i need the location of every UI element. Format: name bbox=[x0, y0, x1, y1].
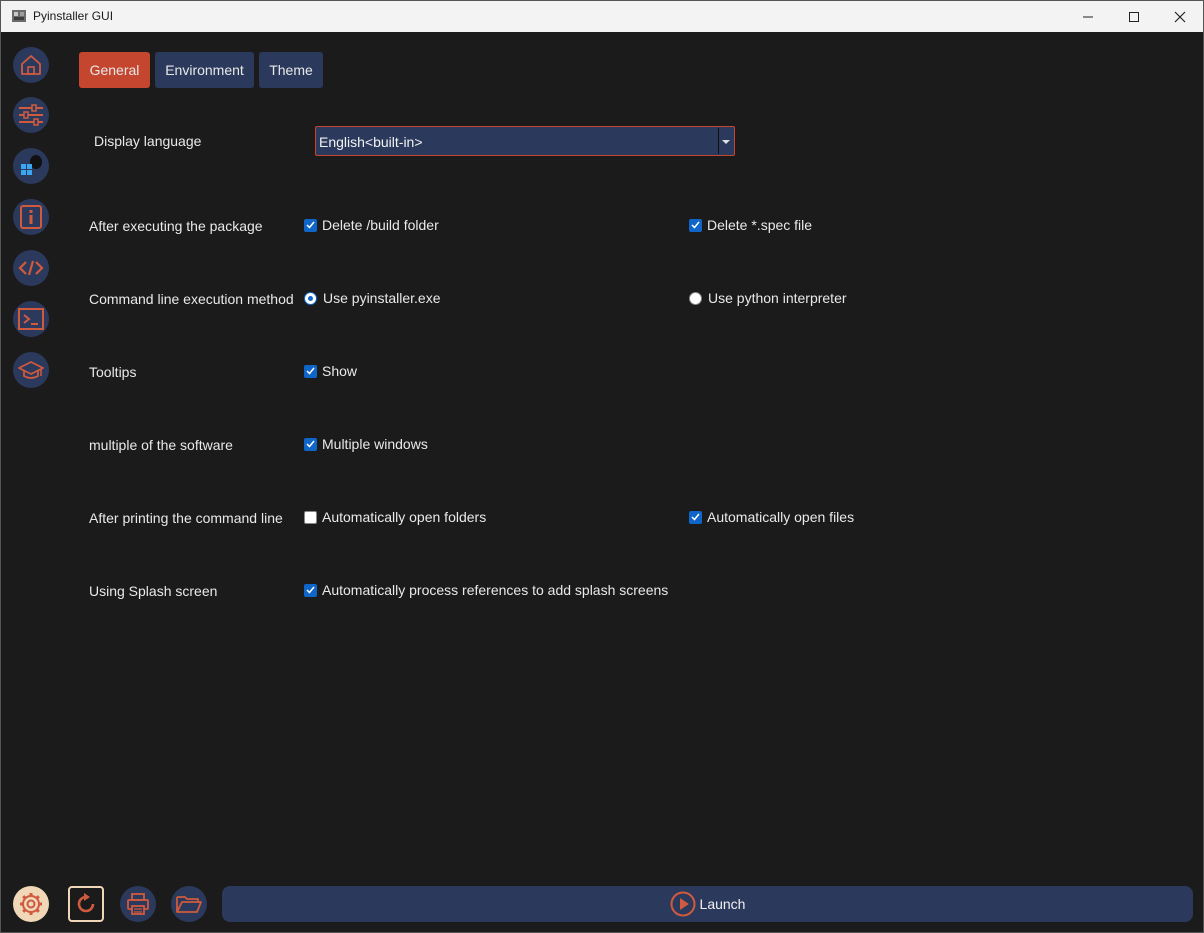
launch-button[interactable]: Launch bbox=[222, 886, 1193, 922]
sidebar-item-code[interactable] bbox=[13, 250, 49, 286]
sidebar-item-settings[interactable] bbox=[13, 97, 49, 133]
exec-method-label: Command line execution method bbox=[89, 291, 294, 307]
splash-label: Using Splash screen bbox=[89, 583, 218, 599]
maximize-icon bbox=[1129, 11, 1139, 22]
splash-option-label: Automatically process references to add … bbox=[322, 582, 669, 598]
checkbox-checked-icon bbox=[304, 218, 317, 232]
delete-build-checkbox[interactable]: Delete /build folder bbox=[304, 217, 439, 233]
sidebar-item-platform[interactable] bbox=[13, 148, 49, 184]
delete-build-label: Delete /build folder bbox=[322, 217, 439, 233]
splash-checkbox[interactable]: Automatically process references to add … bbox=[304, 582, 668, 598]
checkbox-checked-icon bbox=[304, 364, 317, 378]
multiple-windows-label: Multiple windows bbox=[322, 436, 428, 452]
app-icon bbox=[12, 10, 26, 22]
code-icon bbox=[18, 260, 44, 276]
tooltips-label: Tooltips bbox=[89, 364, 137, 380]
multiple-windows-checkbox[interactable]: Multiple windows bbox=[304, 436, 428, 452]
delete-spec-checkbox[interactable]: Delete *.spec file bbox=[689, 217, 812, 233]
dropdown-arrow[interactable] bbox=[718, 128, 732, 154]
launch-label: Launch bbox=[699, 896, 746, 912]
tab-general[interactable]: General bbox=[79, 52, 150, 88]
close-button[interactable] bbox=[1157, 1, 1203, 32]
refresh-icon bbox=[77, 893, 95, 913]
reset-button[interactable] bbox=[68, 886, 104, 922]
use-python-radio[interactable]: Use python interpreter bbox=[689, 290, 847, 306]
tooltips-show-checkbox[interactable]: Show bbox=[304, 363, 357, 379]
settings-button[interactable] bbox=[13, 886, 49, 922]
platform-icon bbox=[21, 155, 42, 175]
open-folders-label: Automatically open folders bbox=[322, 509, 487, 525]
open-folders-checkbox[interactable]: Automatically open folders bbox=[304, 509, 486, 525]
tab-theme[interactable]: Theme bbox=[259, 52, 323, 88]
terminal-icon bbox=[18, 308, 44, 330]
tooltips-show-label: Show bbox=[322, 363, 358, 379]
sliders-icon bbox=[19, 104, 43, 126]
after-print-label: After printing the command line bbox=[89, 510, 283, 526]
home-icon bbox=[21, 55, 41, 75]
checkbox-checked-icon bbox=[304, 437, 317, 451]
info-icon bbox=[20, 205, 42, 229]
checkbox-checked-icon bbox=[689, 510, 702, 524]
title-bar: Pyinstaller GUI bbox=[1, 1, 1203, 32]
gear-icon bbox=[20, 893, 42, 915]
printer-icon bbox=[127, 893, 149, 915]
chevron-down-icon bbox=[722, 140, 730, 144]
sidebar-item-terminal[interactable] bbox=[13, 301, 49, 337]
after-execute-label: After executing the package bbox=[89, 218, 263, 234]
graduation-cap-icon bbox=[18, 361, 44, 379]
folder-open-icon bbox=[176, 896, 202, 913]
close-icon bbox=[1174, 11, 1186, 22]
checkbox-unchecked-icon bbox=[304, 510, 317, 524]
checkbox-checked-icon bbox=[304, 583, 317, 597]
tab-environment[interactable]: Environment bbox=[155, 52, 254, 88]
print-button[interactable] bbox=[120, 886, 156, 922]
checkbox-checked-icon bbox=[689, 218, 702, 232]
sidebar-item-home[interactable] bbox=[13, 47, 49, 83]
app-window: Pyinstaller GUI General Environment Them… bbox=[0, 0, 1204, 933]
open-folder-button[interactable] bbox=[171, 886, 207, 922]
window-title: Pyinstaller GUI bbox=[33, 9, 114, 23]
minimize-button[interactable] bbox=[1065, 1, 1111, 32]
open-files-checkbox[interactable]: Automatically open files bbox=[689, 509, 854, 525]
delete-spec-label: Delete *.spec file bbox=[707, 217, 813, 233]
maximize-button[interactable] bbox=[1111, 1, 1157, 32]
display-language-value: English<built-in> bbox=[319, 134, 423, 150]
use-pyinstaller-radio[interactable]: Use pyinstaller.exe bbox=[304, 290, 441, 306]
use-python-label: Use python interpreter bbox=[708, 290, 847, 306]
display-language-select[interactable]: English<built-in> bbox=[315, 126, 735, 156]
open-files-label: Automatically open files bbox=[707, 509, 855, 525]
minimize-icon bbox=[1083, 16, 1093, 17]
multiple-label: multiple of the software bbox=[89, 437, 233, 453]
sidebar-item-info[interactable] bbox=[13, 199, 49, 235]
play-circle-icon bbox=[670, 891, 696, 917]
radio-unselected-icon bbox=[689, 291, 702, 305]
radio-selected-icon bbox=[304, 291, 317, 305]
use-pyinstaller-label: Use pyinstaller.exe bbox=[323, 290, 441, 306]
display-language-label: Display language bbox=[94, 133, 202, 149]
sidebar-item-tutorial[interactable] bbox=[13, 352, 49, 388]
